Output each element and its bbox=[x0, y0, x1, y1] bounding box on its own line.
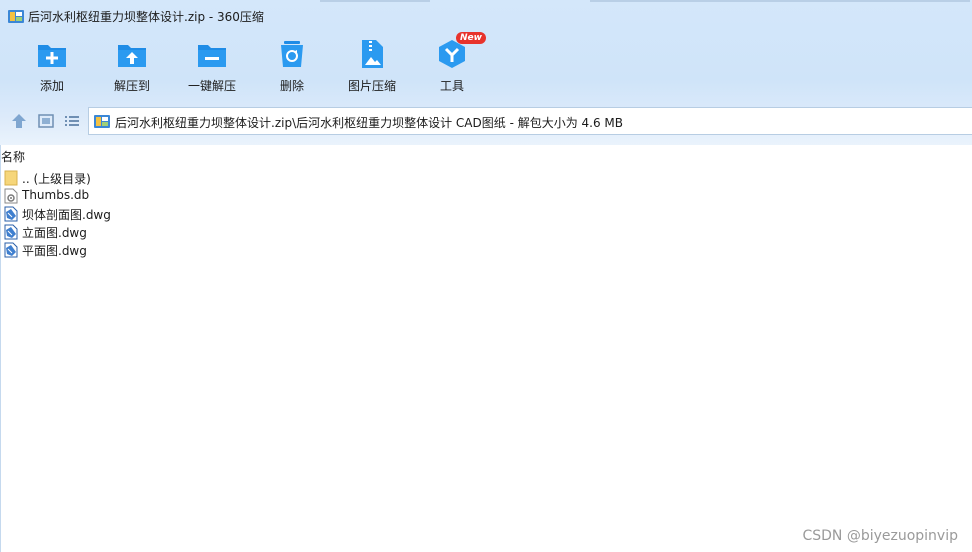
extract-to-folder-icon bbox=[118, 45, 146, 67]
one-click-extract-icon bbox=[198, 45, 226, 67]
dwg-file-icon bbox=[4, 224, 18, 240]
archive-icon bbox=[8, 10, 24, 23]
main-toolbar: 添加 解压到 一键解压 删除 图片压缩 New 工具 bbox=[0, 32, 972, 98]
list-item[interactable]: Thumbs.db bbox=[4, 187, 304, 205]
watermark: CSDN @biyezuopinvip bbox=[802, 528, 958, 544]
tools-label: 工具 bbox=[439, 79, 464, 93]
settings-file-icon bbox=[4, 188, 18, 204]
image-compress-icon bbox=[362, 40, 383, 68]
list-item[interactable]: .. (上级目录) bbox=[4, 169, 304, 187]
one-click-extract-label: 一键解压 bbox=[187, 79, 236, 93]
list-view-icon[interactable] bbox=[64, 113, 80, 129]
delete-button[interactable]: 删除 bbox=[252, 36, 332, 98]
extract-to-label: 解压到 bbox=[113, 79, 150, 93]
extract-to-button[interactable]: 解压到 bbox=[92, 36, 172, 98]
file-name: 平面图.dwg bbox=[22, 244, 87, 258]
address-path: 后河水利枢纽重力坝整体设计.zip\后河水利枢纽重力坝整体设计 CAD图纸 - … bbox=[115, 116, 624, 130]
list-item[interactable]: 平面图.dwg bbox=[4, 241, 304, 259]
add-folder-icon bbox=[38, 45, 66, 67]
add-label: 添加 bbox=[39, 79, 64, 93]
list-item[interactable]: 坝体剖面图.dwg bbox=[4, 205, 304, 223]
dwg-file-icon bbox=[4, 206, 18, 222]
address-bar[interactable]: 后河水利枢纽重力坝整体设计.zip\后河水利枢纽重力坝整体设计 CAD图纸 - … bbox=[88, 107, 972, 135]
image-compress-label: 图片压缩 bbox=[347, 79, 396, 93]
new-badge: New bbox=[456, 32, 486, 44]
column-header-name[interactable]: 名称 bbox=[1, 148, 25, 165]
folder-icon bbox=[4, 170, 18, 186]
recycle-bin-icon bbox=[281, 41, 303, 67]
file-name: 坝体剖面图.dwg bbox=[22, 208, 111, 222]
file-list: 名称 .. (上级目录) Thumbs.db 坝体剖面图.dwg 立面图.dwg… bbox=[0, 145, 972, 552]
file-name: .. (上级目录) bbox=[22, 172, 91, 186]
dwg-file-icon bbox=[4, 242, 18, 258]
app-window: 后河水利枢纽重力坝整体设计.zip - 360压缩 添加 解压到 一键解压 删除… bbox=[0, 0, 972, 552]
archive-icon bbox=[94, 115, 110, 128]
file-name: 立面图.dwg bbox=[22, 226, 87, 240]
tools-button[interactable]: New 工具 bbox=[412, 32, 492, 98]
image-compress-button[interactable]: 图片压缩 bbox=[332, 36, 412, 98]
delete-label: 删除 bbox=[279, 79, 304, 93]
one-click-extract-button[interactable]: 一键解压 bbox=[172, 36, 252, 98]
add-button[interactable]: 添加 bbox=[12, 36, 92, 98]
title-bar: 后河水利枢纽重力坝整体设计.zip - 360压缩 bbox=[0, 0, 972, 32]
window-title: 后河水利枢纽重力坝整体设计.zip - 360压缩 bbox=[28, 10, 264, 24]
file-name: Thumbs.db bbox=[22, 188, 90, 202]
list-item[interactable]: 立面图.dwg bbox=[4, 223, 304, 241]
thumbnail-view-icon[interactable] bbox=[38, 113, 54, 129]
up-arrow-icon[interactable] bbox=[11, 113, 27, 129]
